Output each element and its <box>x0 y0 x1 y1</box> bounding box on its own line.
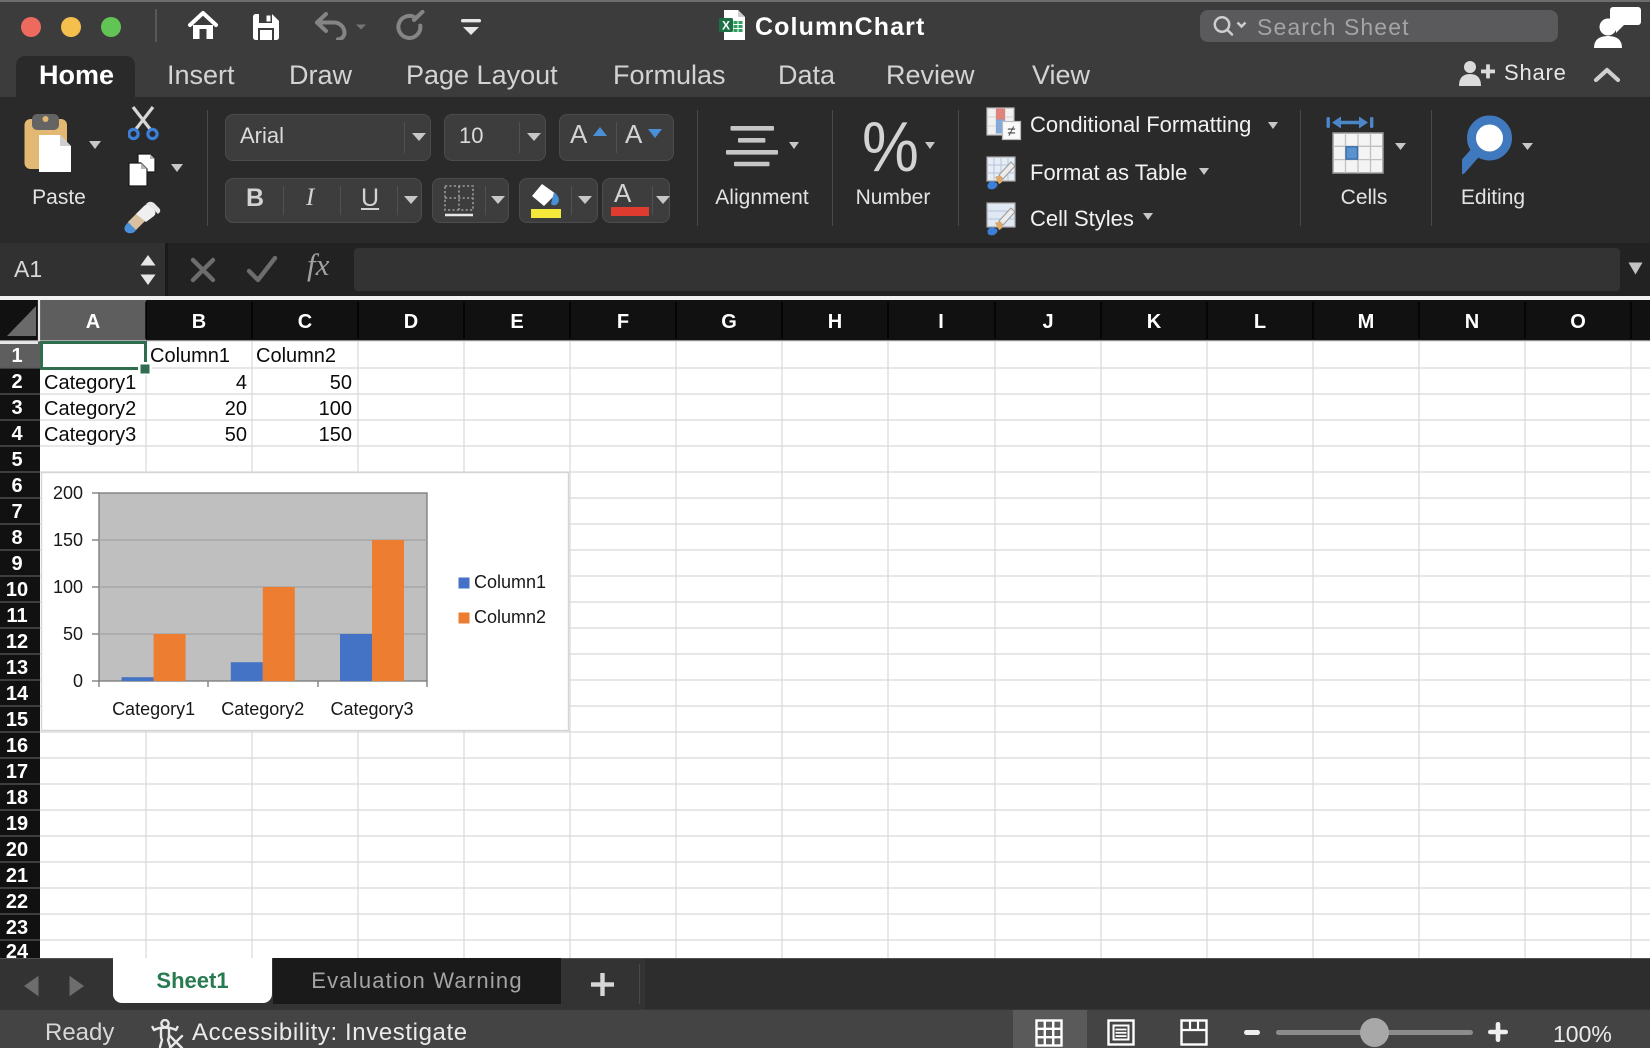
svg-text:21: 21 <box>6 865 28 887</box>
svg-text:3: 3 <box>11 397 22 419</box>
svg-text:N: N <box>1465 311 1479 333</box>
svg-text:11: 11 <box>6 605 27 627</box>
svg-text:16: 16 <box>6 735 28 757</box>
svg-text:50: 50 <box>225 424 247 446</box>
svg-text:50: 50 <box>330 372 352 394</box>
svg-text:24: 24 <box>6 941 29 958</box>
svg-text:D: D <box>404 311 418 333</box>
svg-text:20: 20 <box>225 398 247 420</box>
svg-text:X: X <box>722 19 730 33</box>
svg-text:0: 0 <box>73 671 83 691</box>
svg-text:Category2: Category2 <box>44 398 136 420</box>
svg-text:B: B <box>192 311 206 333</box>
svg-text:22: 22 <box>6 891 28 913</box>
svg-text:100: 100 <box>53 577 83 597</box>
svg-text:6: 6 <box>11 475 22 497</box>
svg-text:Category3: Category3 <box>330 699 413 719</box>
svg-text:Category1: Category1 <box>44 372 136 394</box>
svg-text:M: M <box>1358 311 1375 333</box>
svg-text:12: 12 <box>6 631 28 653</box>
svg-text:Category3: Category3 <box>44 424 136 446</box>
svg-text:20: 20 <box>6 839 28 861</box>
svg-text:18: 18 <box>6 787 28 809</box>
svg-text:200: 200 <box>53 483 83 503</box>
svg-text:15: 15 <box>6 709 28 731</box>
svg-text:4: 4 <box>236 372 247 394</box>
svg-text:H: H <box>828 311 842 333</box>
svg-text:150: 150 <box>319 424 352 446</box>
svg-text:8: 8 <box>11 527 22 549</box>
svg-text:17: 17 <box>6 761 28 783</box>
svg-text:O: O <box>1570 311 1586 333</box>
svg-text:Column1: Column1 <box>474 572 546 592</box>
svg-text:19: 19 <box>6 813 28 835</box>
svg-text:10: 10 <box>6 579 28 601</box>
svg-text:Category2: Category2 <box>221 699 304 719</box>
svg-text:A: A <box>86 311 100 333</box>
svg-text:Column1: Column1 <box>150 345 230 367</box>
svg-text:L: L <box>1254 311 1266 333</box>
svg-text:I: I <box>938 311 944 333</box>
svg-text:13: 13 <box>6 657 28 679</box>
svg-text:G: G <box>721 311 737 333</box>
svg-text:F: F <box>617 311 629 333</box>
svg-text:2: 2 <box>11 371 22 393</box>
svg-text:K: K <box>1147 311 1162 333</box>
svg-text:E: E <box>510 311 523 333</box>
svg-text:14: 14 <box>6 683 29 705</box>
svg-text:4: 4 <box>11 423 23 445</box>
svg-text:J: J <box>1042 311 1053 333</box>
svg-text:Column2: Column2 <box>256 345 336 367</box>
svg-text:C: C <box>298 311 312 333</box>
svg-text:Column2: Column2 <box>474 607 546 627</box>
svg-text:9: 9 <box>11 553 22 575</box>
svg-text:1: 1 <box>11 345 22 367</box>
svg-text:≠: ≠ <box>1007 123 1015 140</box>
svg-text:100: 100 <box>319 398 352 420</box>
svg-text:50: 50 <box>63 624 83 644</box>
svg-text:23: 23 <box>6 917 28 939</box>
svg-text:5: 5 <box>11 449 22 471</box>
svg-text:Category1: Category1 <box>112 699 195 719</box>
svg-text:7: 7 <box>11 501 22 523</box>
svg-text:150: 150 <box>53 530 83 550</box>
